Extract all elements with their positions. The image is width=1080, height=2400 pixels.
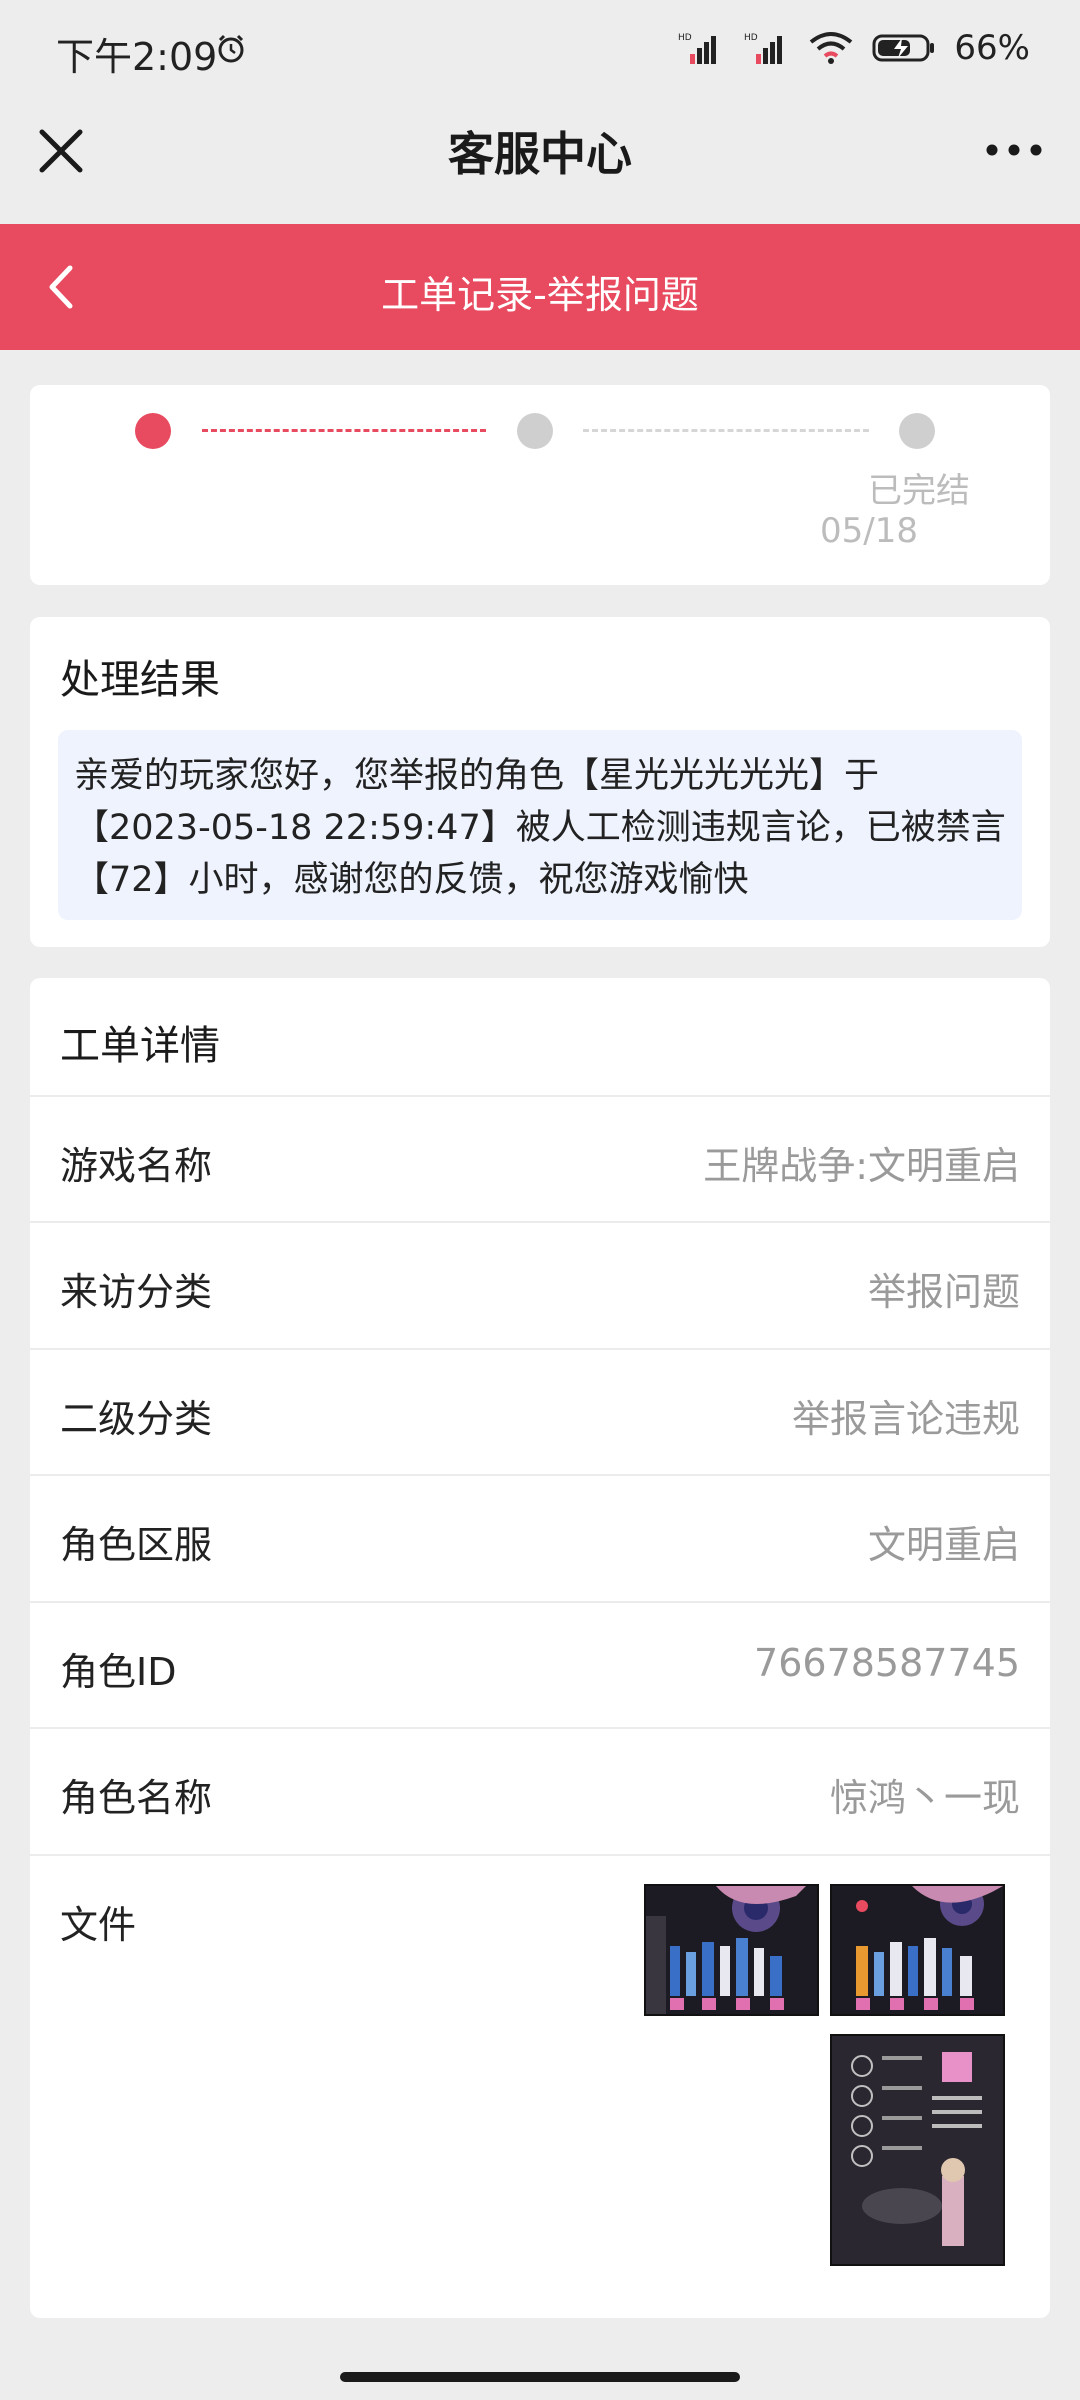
ticket-detail-card: 工单详情 游戏名称 王牌战争:文明重启 来访分类 举报问题 二级分类 举报言论违… xyxy=(30,978,1050,2318)
row-label: 来访分类 xyxy=(60,1270,213,1314)
home-indicator[interactable] xyxy=(340,2372,740,2382)
row-value: 举报问题 xyxy=(867,1270,1020,1314)
row-value: 举报言论违规 xyxy=(791,1397,1020,1441)
row-value: 文明重启 xyxy=(867,1523,1020,1567)
row-label: 角色ID xyxy=(60,1650,177,1694)
row-label: 二级分类 xyxy=(60,1397,213,1441)
status-time: 下午2:09 xyxy=(56,35,218,79)
progress-step-3-date: 05/18 xyxy=(820,511,918,551)
row-label: 游戏名称 xyxy=(60,1144,213,1188)
row-value: 76678587745 xyxy=(754,1641,1020,1685)
alarm-icon xyxy=(218,34,244,63)
progress-line-2 xyxy=(583,429,869,432)
svg-text:HD: HD xyxy=(744,33,758,43)
status-bar: 下午2:09 HD HD 66% xyxy=(0,0,1080,100)
progress-line-1 xyxy=(202,429,486,432)
detail-row-files: 文件 xyxy=(30,1854,1050,2316)
row-value: 王牌战争:文明重启 xyxy=(703,1144,1020,1188)
progress-step-2 xyxy=(517,413,553,449)
progress-step-3-label: 已完结 xyxy=(868,471,970,511)
detail-row-game-name: 游戏名称 王牌战争:文明重启 xyxy=(30,1095,1050,1223)
result-message: 亲爱的玩家您好，您举报的角色【星光光光光光】于【2023-05-18 22:59… xyxy=(58,730,1022,920)
signal-icon: HD xyxy=(678,33,717,64)
battery-percentage: 66% xyxy=(954,28,1030,68)
detail-row-role-name: 角色名称 惊鸿丶一现 xyxy=(30,1727,1050,1855)
progress-step-3 xyxy=(899,413,935,449)
detail-title: 工单详情 xyxy=(60,1023,220,1069)
file-label: 文件 xyxy=(60,1903,137,1947)
result-title: 处理结果 xyxy=(60,657,220,703)
result-card: 处理结果 亲爱的玩家您好，您举报的角色【星光光光光光】于【2023-05-18 … xyxy=(30,617,1050,947)
detail-row-sub-category: 二级分类 举报言论违规 xyxy=(30,1348,1050,1476)
signal-icon: HD xyxy=(744,33,783,64)
file-thumbnail[interactable] xyxy=(830,1884,1005,2016)
file-thumbnail[interactable] xyxy=(644,1884,819,2016)
sub-header: 工单记录-举报问题 xyxy=(0,224,1080,350)
svg-text:HD: HD xyxy=(678,33,692,43)
row-label: 角色名称 xyxy=(60,1776,213,1820)
progress-card: 已完结 05/18 xyxy=(30,385,1050,585)
wifi-icon xyxy=(810,32,853,64)
detail-row-visit-category: 来访分类 举报问题 xyxy=(30,1221,1050,1349)
detail-row-role-id: 角色ID 76678587745 xyxy=(30,1601,1050,1729)
file-thumbnail[interactable] xyxy=(830,2034,1005,2266)
row-label: 角色区服 xyxy=(60,1523,213,1567)
battery-icon xyxy=(872,34,935,62)
page-title: 客服中心 xyxy=(448,127,632,181)
row-value: 惊鸿丶一现 xyxy=(829,1776,1020,1820)
sub-header-title: 工单记录-举报问题 xyxy=(381,273,699,317)
progress-step-1 xyxy=(135,413,171,449)
detail-row-server: 角色区服 文明重启 xyxy=(30,1474,1050,1602)
nav-bar: 客服中心 xyxy=(0,100,1080,224)
more-icon[interactable] xyxy=(984,138,1044,162)
